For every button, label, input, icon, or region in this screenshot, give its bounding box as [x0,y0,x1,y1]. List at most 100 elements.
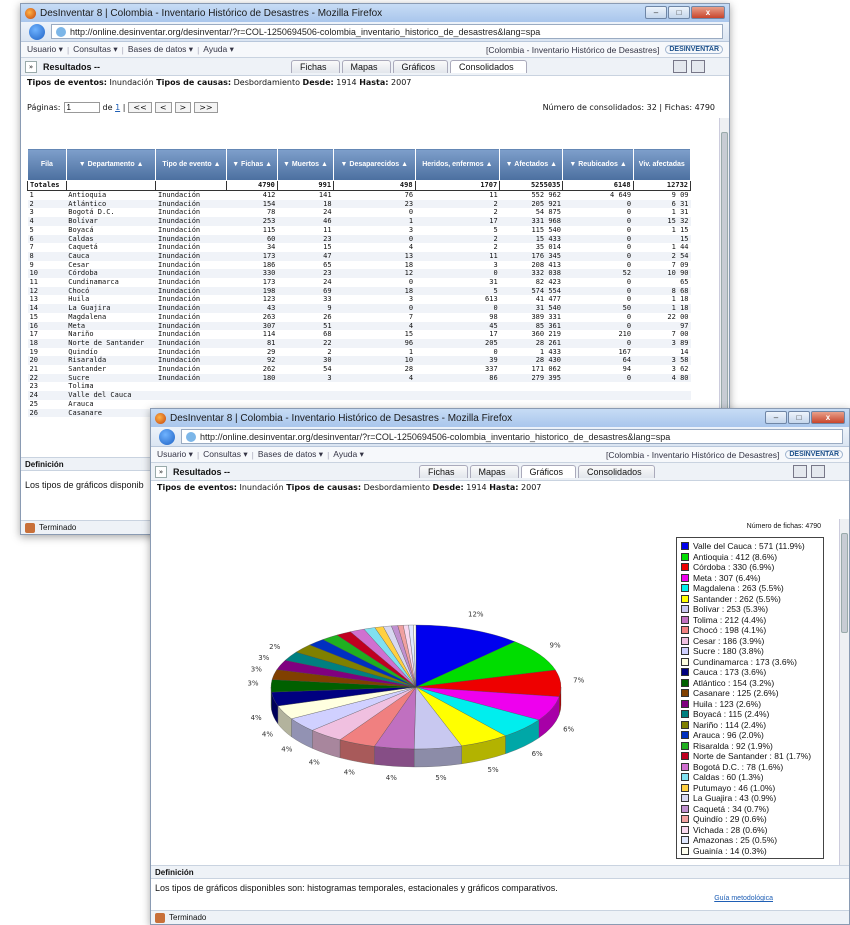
total-pages-link[interactable]: 1 [115,103,120,112]
menu-consultas[interactable]: Consultas ▾ [203,449,247,460]
legend-label: Boyacá : 115 (2.4%) [693,709,770,720]
save-icon[interactable] [793,465,807,478]
menu-consultas[interactable]: Consultas ▾ [73,44,117,55]
minimize-button[interactable]: – [645,6,667,19]
table-cell: 17 [415,217,500,226]
hasta-value: 2007 [521,483,542,492]
maximize-button[interactable]: □ [668,6,690,19]
legend-swatch [681,615,689,624]
menu-usuario[interactable]: Usuario ▾ [27,44,63,55]
table-cell: 412 [262,191,276,199]
back-button[interactable] [29,23,45,40]
legend-swatch [681,668,689,677]
legend-label: La Guajira : 43 (0.9%) [693,793,777,804]
menu-ayuda[interactable]: Ayuda ▾ [333,449,364,460]
table-cell [633,382,690,391]
guia-link[interactable]: Guía metodológica [714,895,773,902]
tab-graficos[interactable]: Gráficos [392,60,449,73]
desde-value: 1914 [336,78,357,87]
table-header-cell[interactable]: ▼ Fichas ▲ [226,148,278,181]
table-cell: Valle del Cauca [66,391,156,400]
tab-graficos[interactable]: Gráficos [520,465,577,478]
table-header-cell[interactable]: ▼ Afectados ▲ [499,148,564,181]
close-button[interactable]: x [691,6,725,19]
table-scrollbar[interactable] [719,118,729,448]
save-icon[interactable] [673,60,687,73]
tab-mapas[interactable]: Mapas [469,465,519,478]
table-cell: 47 [277,251,334,261]
table-cell: 0 [626,260,632,269]
table-header-cell[interactable]: ▼ Desaparecidos ▲ [333,148,416,181]
menu-bases[interactable]: Bases de datos ▾ [128,44,193,55]
table-cell: 98 [489,312,498,321]
table-cell: Inundación [157,278,201,287]
table-header-cell[interactable]: Tipo de evento ▲ [155,148,228,181]
table-cell: Meta [66,321,156,331]
maximize-button[interactable]: □ [788,411,810,424]
tab-fichas[interactable]: Fichas [291,60,340,73]
prev-page-button[interactable]: < [154,101,172,113]
tab-mapas[interactable]: Mapas [341,60,391,73]
table-cell: 46 [277,217,334,226]
page-input[interactable] [63,101,100,113]
pie-percent-label: 5% [488,766,499,774]
tab-consolidados[interactable]: Consolidados [450,60,527,73]
table-cell: 50 [562,304,634,313]
window-controls: – □ x [765,411,845,424]
table-cell: 13 [333,251,416,261]
first-page-button[interactable]: << [128,101,152,113]
table-cell: 11 [415,251,500,261]
menu-bases[interactable]: Bases de datos ▾ [258,449,323,460]
table-cell: 7 00 [671,330,689,339]
table-row: 9 Cesar Inundación 186 65 18 3 208 413 0 7 09 [28,261,691,270]
close-button[interactable]: x [811,411,845,424]
collapse-icon[interactable]: » [155,465,167,478]
table-cell: 0 [562,251,634,261]
collapse-icon[interactable]: » [25,60,37,73]
scrollbar-thumb[interactable] [841,533,848,633]
tab-fichas[interactable]: Fichas [419,465,468,478]
table-header-cell[interactable]: ▼ Reubicados ▲ [562,148,634,181]
legend-item: Meta : 307 (6.4%) [681,573,819,584]
table-cell: 4 80 [633,373,691,383]
pie-percent-label: 4% [262,730,273,738]
table-header-cell[interactable]: Fila [27,148,67,181]
status-text: Terminado [169,913,207,922]
last-page-button[interactable]: >> [194,101,218,113]
chart-scrollbar[interactable] [839,519,849,865]
table-cell [562,391,634,400]
table-cell: 54 [323,365,332,374]
menu-usuario[interactable]: Usuario ▾ [157,449,193,460]
table-cell: 171 062 [531,365,561,374]
app-menu-bar: Usuario ▾ | Consultas ▾ | Bases de datos ▾… [21,42,729,58]
url-bar[interactable]: http://online.desinventar.org/desinventa… [181,429,843,444]
table-row: 18 Norte de Santander Inundación 81 22 96 205 2… [27,338,691,348]
table-header-cell[interactable]: Heridos, enfermos ▲ [414,148,501,181]
table-header-cell[interactable]: ▼ Muertos ▲ [276,148,335,181]
table-row: 11 Cundinamarca Inundación 173 24 0 31 82 423 0 6… [28,278,691,287]
table-header-row: Fila ▼ Departamento ▲ Tipo de evento ▲ ▼ Fi… [27,148,692,181]
scrollbar-thumb[interactable] [721,132,728,432]
next-page-button[interactable]: > [174,101,192,113]
table-row: 24 Valle del Cauca [27,391,691,400]
legend-item: Antioquia : 412 (8.6%) [681,552,819,563]
table-cell: 115 540 [531,225,561,234]
print-icon[interactable] [811,465,825,478]
table-header-cell[interactable]: ▼ Departamento ▲ [65,148,157,181]
legend-label: Cauca : 173 (3.6%) [693,667,767,678]
legend-swatch [681,783,689,792]
globe-icon [56,26,66,37]
menu-ayuda[interactable]: Ayuda ▾ [203,44,234,55]
table-header-cell[interactable]: Viv. afectadas [632,148,692,181]
minimize-button[interactable]: – [765,411,787,424]
tab-consolidados[interactable]: Consolidados [578,465,655,478]
table-row: 14 La Guajira Inundación 43 9 0 0 31 540 50 1 18 [27,304,691,313]
table-cell: 28 261 [499,338,563,348]
table-cell: 3 89 [633,338,691,348]
table-cell: 12 [333,269,416,279]
table-cell [155,391,227,400]
table-cell: 34 [266,243,276,252]
url-bar[interactable]: http://online.desinventar.org/desinventa… [51,24,723,39]
back-button[interactable] [159,428,175,445]
print-icon[interactable] [691,60,705,73]
